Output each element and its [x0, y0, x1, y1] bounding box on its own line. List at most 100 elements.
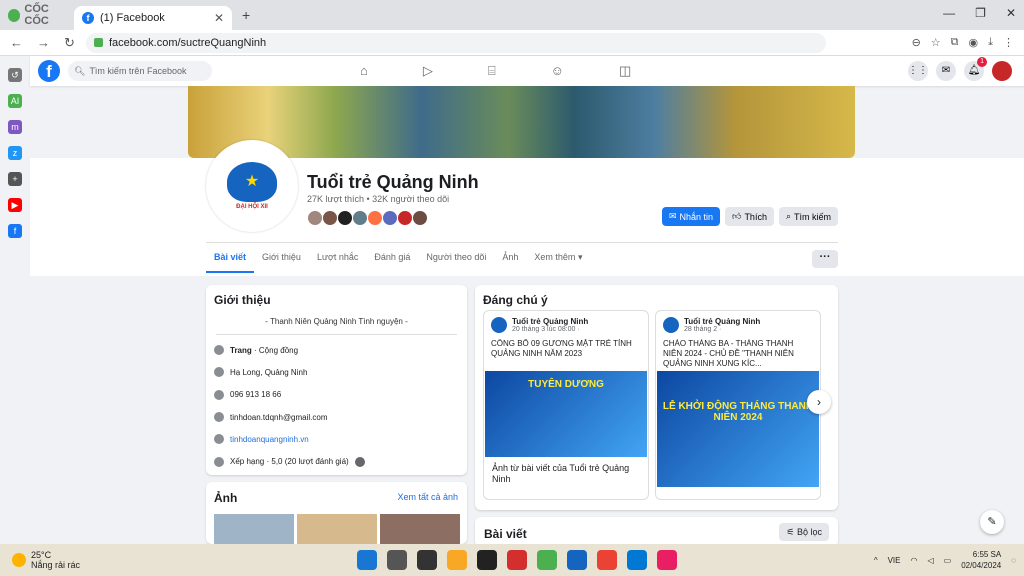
- follower-avatars[interactable]: [307, 210, 428, 226]
- photo-thumbnail[interactable]: [380, 514, 460, 544]
- cover-photo[interactable]: [188, 86, 855, 158]
- gaming-icon[interactable]: ◫: [619, 63, 631, 79]
- new-tab-button[interactable]: +: [242, 7, 250, 23]
- search-taskbar-icon[interactable]: [387, 550, 407, 570]
- zoom-icon[interactable]: ⊖: [912, 36, 921, 49]
- apps-menu-icon[interactable]: ⋮⋮: [908, 61, 928, 81]
- extensions-icon[interactable]: ⧉: [951, 36, 959, 49]
- explorer-icon[interactable]: [447, 550, 467, 570]
- tray-chevron-icon[interactable]: ^: [874, 556, 878, 565]
- photo-thumbnail[interactable]: [214, 514, 294, 544]
- terminal-icon[interactable]: [477, 550, 497, 570]
- bookmark-icon[interactable]: ☆: [931, 36, 941, 49]
- watch-icon[interactable]: ▷: [423, 63, 433, 79]
- notification-center-icon[interactable]: ◌: [1011, 556, 1016, 565]
- edge-icon[interactable]: [627, 550, 647, 570]
- url-field[interactable]: facebook.com/suctreQuangNinh: [86, 32, 826, 53]
- follower-avatar[interactable]: [397, 210, 413, 226]
- volume-icon[interactable]: ◁: [927, 556, 933, 565]
- follower-avatar[interactable]: [352, 210, 368, 226]
- follower-avatar[interactable]: [337, 210, 353, 226]
- page-stats[interactable]: 27K lượt thích • 32K người theo dõi: [307, 194, 449, 204]
- taskview-icon[interactable]: [417, 550, 437, 570]
- history-icon[interactable]: ↺: [8, 68, 22, 82]
- tab-photos[interactable]: Ảnh: [494, 246, 526, 273]
- forward-icon[interactable]: →: [37, 35, 50, 51]
- weather-widget[interactable]: 25°C Nắng rải rác: [0, 550, 80, 570]
- secure-icon: [94, 38, 103, 47]
- close-tab-icon[interactable]: ✕: [214, 11, 224, 25]
- facebook-logo-icon[interactable]: f: [38, 60, 60, 82]
- battery-icon[interactable]: ▭: [944, 556, 952, 565]
- follower-avatar[interactable]: [307, 210, 323, 226]
- message-button[interactable]: ✉ Nhắn tin: [661, 207, 721, 226]
- post-image[interactable]: LỄ KHỞI ĐỘNG THÁNG THANH NIÊN 2024: [657, 371, 819, 487]
- minimize-icon[interactable]: —: [943, 6, 955, 20]
- home-icon[interactable]: ⌂: [360, 63, 368, 79]
- close-window-icon[interactable]: ✕: [1006, 6, 1016, 20]
- window-controls: — ❐ ✕: [943, 6, 1016, 20]
- profile-icon[interactable]: ◉: [969, 36, 979, 49]
- follower-avatar[interactable]: [322, 210, 338, 226]
- pinned-post[interactable]: Tuổi trẻ Quảng Ninh 28 tháng 2 · CHÀO THÁ…: [655, 310, 821, 500]
- account-avatar[interactable]: [992, 61, 1012, 81]
- start-icon[interactable]: [357, 550, 377, 570]
- app-icon[interactable]: [657, 550, 677, 570]
- messenger-icon[interactable]: m: [8, 120, 22, 134]
- menu-icon[interactable]: ⋮: [1003, 36, 1014, 49]
- clock[interactable]: 6:55 SA 02/04/2024: [961, 549, 1001, 571]
- wifi-icon[interactable]: ◠: [910, 556, 917, 565]
- add-icon[interactable]: +: [8, 172, 22, 186]
- facebook-icon[interactable]: f: [8, 224, 22, 238]
- back-icon[interactable]: ←: [10, 35, 23, 51]
- page-avatar[interactable]: ★ ĐẠI HỘI XII: [206, 140, 298, 232]
- zalo-icon[interactable]: z: [8, 146, 22, 160]
- chrome-icon[interactable]: [597, 550, 617, 570]
- see-all-photos-link[interactable]: Xem tất cả ảnh: [397, 492, 458, 502]
- more-options-button[interactable]: ···: [812, 250, 838, 268]
- coccoc-taskbar-icon[interactable]: [537, 550, 557, 570]
- language-indicator[interactable]: VIE: [888, 556, 901, 565]
- facebook-search-input[interactable]: 🔍︎ Tìm kiếm trên Facebook: [68, 61, 212, 81]
- tab-mentions[interactable]: Lượt nhắc: [309, 246, 366, 273]
- post-author[interactable]: Tuổi trẻ Quảng Ninh: [684, 317, 760, 326]
- like-icon: 👍︎: [732, 211, 742, 221]
- word-icon[interactable]: [567, 550, 587, 570]
- ai-icon[interactable]: AI: [8, 94, 22, 108]
- next-arrow-icon[interactable]: ›: [807, 390, 831, 414]
- globe-icon: [214, 434, 224, 445]
- youtube-icon[interactable]: ▶: [8, 198, 22, 212]
- post-image[interactable]: TUYÊN DƯƠNG: [485, 371, 647, 457]
- browser-tab[interactable]: f (1) Facebook ✕: [74, 6, 232, 30]
- follower-avatar[interactable]: [412, 210, 428, 226]
- tab-posts[interactable]: Bài viết: [206, 246, 255, 273]
- post-date[interactable]: 20 tháng 3 lúc 08:00 ·: [512, 326, 588, 333]
- pinned-post[interactable]: Tuổi trẻ Quảng Ninh 20 tháng 3 lúc 08:00 …: [483, 310, 649, 500]
- compose-icon[interactable]: ✎: [980, 510, 1004, 534]
- tab-more[interactable]: Xem thêm ▾: [526, 246, 590, 273]
- website-link[interactable]: tinhdoanquangninh.vn: [230, 435, 309, 444]
- groups-icon[interactable]: ☺: [551, 63, 564, 79]
- messenger-button-icon[interactable]: ✉: [936, 61, 956, 81]
- info-circle-icon[interactable]: [354, 456, 365, 467]
- tab-reviews[interactable]: Đánh giá: [366, 246, 418, 273]
- filezilla-icon[interactable]: [507, 550, 527, 570]
- post-author[interactable]: Tuổi trẻ Quảng Ninh: [512, 317, 588, 326]
- download-icon[interactable]: ⤓: [988, 36, 993, 49]
- like-button[interactable]: 👍︎ Thích: [725, 207, 774, 226]
- follower-avatar[interactable]: [367, 210, 383, 226]
- search-page-button[interactable]: ⌕ Tìm kiếm: [778, 207, 838, 226]
- maximize-icon[interactable]: ❐: [975, 6, 986, 20]
- tab-title: (1) Facebook: [100, 12, 165, 24]
- post-date[interactable]: 28 tháng 2 ·: [684, 326, 760, 333]
- filter-button[interactable]: ⚟ Bộ lọc: [779, 523, 829, 541]
- follower-avatar[interactable]: [382, 210, 398, 226]
- reload-icon[interactable]: ↻: [64, 35, 75, 51]
- windows-taskbar: 25°C Nắng rải rác ^ VIE ◠ ◁ ▭ 6:55 SA 02/0…: [0, 544, 1024, 576]
- temperature: 25°C: [31, 550, 52, 560]
- tab-about[interactable]: Giới thiệu: [254, 246, 309, 273]
- marketplace-icon[interactable]: ⌸: [488, 63, 496, 79]
- tab-followers[interactable]: Người theo dõi: [418, 246, 494, 273]
- notifications-icon[interactable]: 🔔︎ 1: [964, 57, 987, 81]
- photo-thumbnail[interactable]: [297, 514, 377, 544]
